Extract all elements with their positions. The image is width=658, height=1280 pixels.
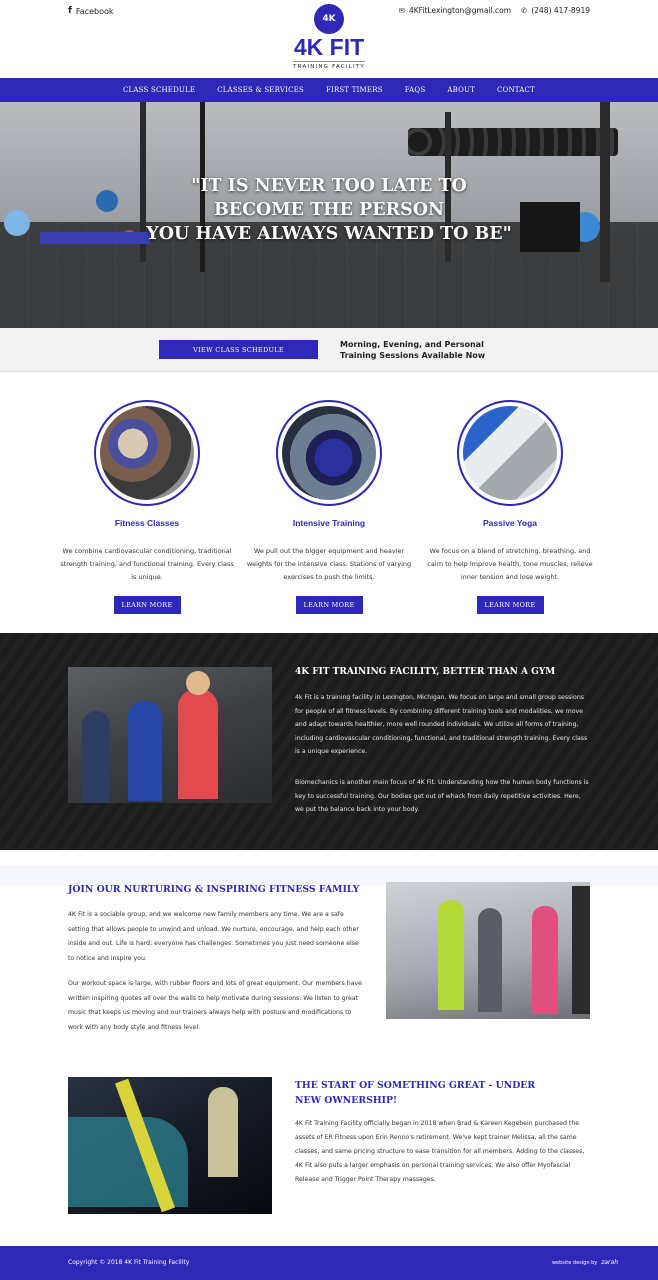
logo-subtitle: TRAINING FACILITY — [293, 61, 365, 70]
sessions-note: Morning, Evening, and Personal Training … — [340, 339, 485, 361]
main-nav: CLASS SCHEDULE CLASSES & SERVICES FIRST … — [0, 78, 658, 102]
hero-quote-line: "IT IS NEVER TOO LATE TO — [191, 176, 467, 196]
hero-quote-line: YOU HAVE ALWAYS WANTED TO BE" — [146, 224, 512, 244]
photo-figure — [208, 1087, 238, 1177]
feature-image-fill — [100, 406, 194, 500]
better-paragraph: 4k Fit is a training facility in Lexingt… — [295, 694, 588, 755]
phone-icon: ✆ — [521, 6, 528, 15]
photo-figure — [532, 906, 558, 1014]
nav-contact[interactable]: CONTACT — [497, 86, 535, 94]
photo-figure — [128, 701, 162, 801]
hero-banner: "IT IS NEVER TOO LATE TO BECOME THE PERS… — [0, 102, 658, 328]
email-text: 4KFitLexington@gmail.com — [408, 6, 512, 15]
nurturing-paragraph: Our workout space is large, with rubber … — [68, 980, 362, 1031]
nurturing-heading: JOIN OUR NURTURING & INSPIRING FITNESS F… — [68, 884, 360, 895]
feature-title: Passive Yoga — [482, 518, 538, 528]
nav-classes-services[interactable]: CLASSES & SERVICES — [217, 86, 304, 94]
better-paragraph: Biomechanics is another main focus of 4K… — [295, 779, 589, 813]
email-link[interactable]: ✉ 4KFitLexington@gmail.com — [399, 6, 511, 15]
trx-training-photo — [68, 1077, 272, 1214]
credit-brand: zarah — [601, 1259, 618, 1266]
feature-image — [457, 400, 563, 506]
nav-class-schedule[interactable]: CLASS SCHEDULE — [123, 86, 195, 94]
feature-fitness-classes: Fitness Classes We combine cardiovascula… — [57, 400, 237, 614]
hero-quote-line: BECOME THE PERSON — [213, 200, 444, 220]
nav-first-timers[interactable]: FIRST TIMERS — [326, 86, 383, 94]
logo-badge: 4K — [314, 4, 344, 34]
learn-more-button[interactable]: LEARN MORE — [295, 596, 363, 614]
view-class-schedule-button[interactable]: VIEW CLASS SCHEDULE — [159, 340, 318, 359]
photo-figure — [82, 711, 110, 803]
hero-quote: "IT IS NEVER TOO LATE TO BECOME THE PERS… — [0, 174, 658, 246]
photo-figure — [178, 689, 218, 799]
phone-link[interactable]: ✆ (248) 417-8919 — [521, 6, 590, 15]
sessions-note-line: Training Sessions Available Now — [340, 351, 486, 360]
feature-image — [276, 400, 382, 506]
credit-label: website design by — [551, 1259, 598, 1266]
logo-title: 4K FIT — [293, 34, 365, 60]
feature-text: We focus on a blend of stretching, breat… — [427, 547, 593, 581]
site-header: f Facebook 4K 4K FIT TRAINING FACILITY ✉… — [0, 0, 658, 78]
site-footer: Copyright © 2018 4K Fit Training Facilit… — [0, 1246, 658, 1280]
boxing-class-photo — [386, 882, 590, 1019]
learn-more-button[interactable]: LEARN MORE — [476, 596, 544, 614]
feature-image — [94, 400, 200, 506]
feature-intensive-training: Intensive Training We pull out the bigge… — [239, 400, 419, 614]
sessions-note-line: Morning, Evening, and Personal — [340, 340, 484, 349]
designer-credit-link[interactable]: website design by zarah — [552, 1259, 618, 1266]
photo-figure — [572, 886, 590, 1014]
better-than-gym-section: 4K FIT TRAINING FACILITY, BETTER THAN A … — [0, 633, 658, 850]
feature-passive-yoga: Passive Yoga We focus on a blend of stre… — [420, 400, 600, 614]
feature-text: We combine cardiovascular conditioning, … — [60, 547, 234, 581]
nav-faqs[interactable]: FAQS — [405, 86, 426, 94]
phone-text: (248) 417-8919 — [531, 6, 590, 15]
feature-text: We pull out the bigger equipment and hea… — [246, 547, 412, 581]
envelope-icon: ✉ — [398, 6, 405, 15]
schedule-strip: VIEW CLASS SCHEDULE Morning, Evening, an… — [0, 328, 658, 372]
hero-weight-rack — [408, 128, 618, 156]
photo-figure — [186, 671, 210, 695]
photo-figure — [478, 908, 502, 1012]
feature-image-fill — [282, 406, 376, 500]
nurturing-paragraph: 4K Fit is a sociable group, and we welco… — [68, 911, 359, 962]
feature-title: Intensive Training — [292, 518, 366, 528]
learn-more-button[interactable]: LEARN MORE — [113, 596, 181, 614]
better-heading: 4K FIT TRAINING FACILITY, BETTER THAN A … — [295, 667, 556, 677]
feature-title: Fitness Classes — [114, 518, 180, 528]
new-ownership-heading: THE START OF SOMETHING GREAT - UNDER NEW… — [295, 1080, 536, 1106]
contact-info: ✉ 4KFitLexington@gmail.com ✆ (248) 417-8… — [399, 6, 590, 15]
photo-figure — [438, 900, 464, 1010]
group-class-photo — [68, 667, 272, 803]
feature-image-fill — [463, 406, 557, 500]
copyright-text: Copyright © 2018 4K Fit Training Facilit… — [68, 1259, 190, 1266]
nav-about[interactable]: ABOUT — [447, 86, 475, 94]
new-ownership-paragraph: 4K Fit Training Facility officially bega… — [295, 1120, 585, 1183]
